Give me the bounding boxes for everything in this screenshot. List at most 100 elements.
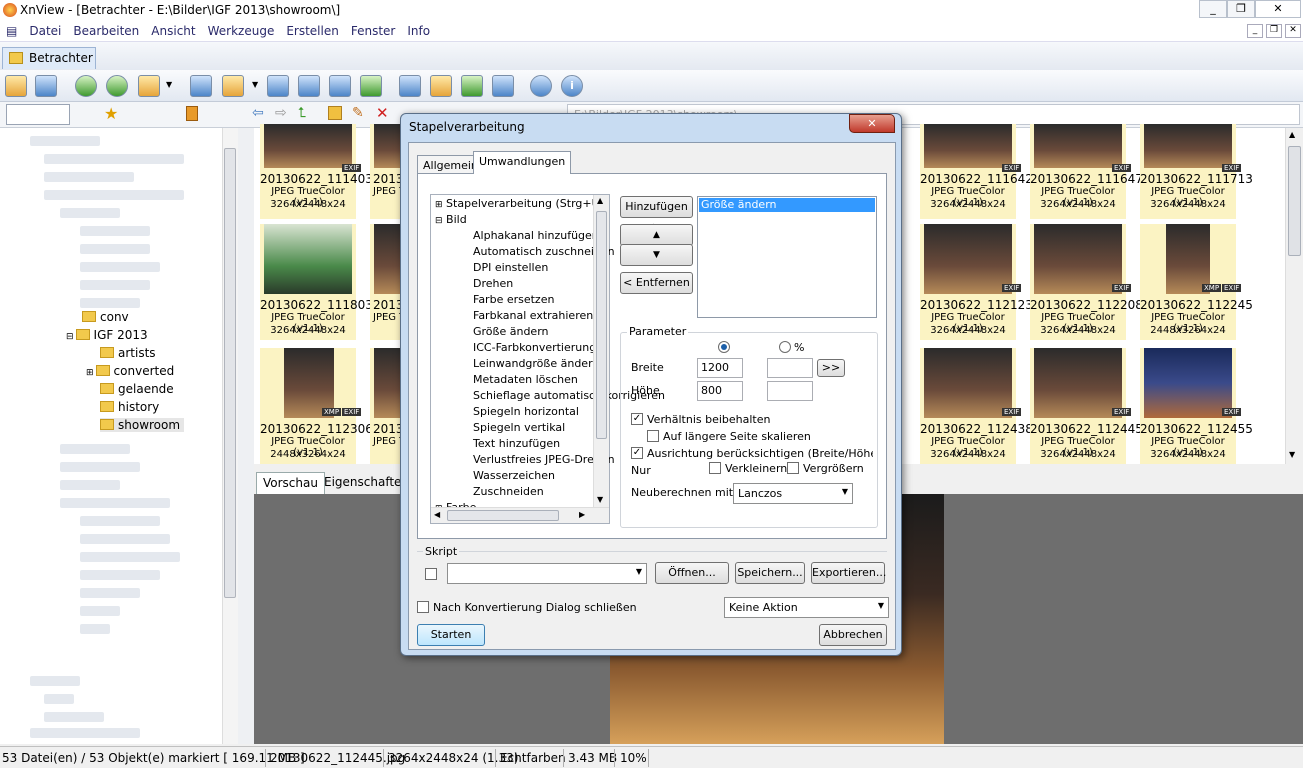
pixel-radio[interactable] [718, 341, 730, 353]
open-script-button[interactable]: Öffnen... [655, 562, 729, 584]
thumbnail-item[interactable]: EXIF 20130622_111642 JPEG TrueColor (v1.… [920, 124, 1033, 219]
convert-icon-button[interactable] [138, 75, 160, 97]
thumbnail-item[interactable]: XMP EXIF 20130622_112245 JPEG TrueColor … [1140, 224, 1253, 340]
tree-item-gelaende[interactable]: gelaende [100, 382, 174, 396]
thumbnail-item[interactable]: EXIF 20130622_111403 JPEG TrueColor (v1.… [260, 124, 373, 219]
enlarge-checkbox[interactable] [787, 462, 799, 474]
tree-root-stapel[interactable]: ⊞ Stapelverarbeitung (Strg+U) [435, 197, 604, 210]
browser-icon-button[interactable] [5, 75, 27, 97]
thumbnail-item[interactable]: EXIF 20130622_111713 JPEG TrueColor (v1.… [1140, 124, 1253, 219]
tree-hscrollbar[interactable]: ◀ ▶ [431, 507, 609, 523]
tree-item[interactable]: Spiegeln horizontal [473, 405, 579, 418]
close-button[interactable]: ✕ [1255, 0, 1301, 18]
shrink-checkbox[interactable] [709, 462, 721, 474]
collapse-icon[interactable]: ⊟ [435, 216, 443, 226]
thumbnail-item[interactable]: XMP EXIF 20130622_112306 JPEG TrueColor … [260, 348, 373, 464]
favorites-star-icon[interactable]: ★ [104, 104, 118, 123]
menu-bearbeiten[interactable]: Bearbeiten [67, 22, 145, 40]
menu-info[interactable]: Info [401, 22, 436, 40]
add-button[interactable]: Hinzufügen > [620, 196, 693, 233]
longer-side-checkbox[interactable] [647, 430, 659, 442]
thumbnail-item[interactable]: EXIF 20130622_112445 JPEG TrueColor (v1.… [1030, 348, 1143, 464]
camera-icon-button[interactable] [399, 75, 421, 97]
scrollbar-thumb[interactable] [596, 211, 607, 439]
percent-radio[interactable] [779, 341, 791, 353]
menu-fenster[interactable]: Fenster [345, 22, 402, 40]
folders-icon[interactable] [6, 104, 70, 125]
settings-gear-icon-button[interactable] [530, 75, 552, 97]
script-select[interactable]: ▼ [447, 563, 647, 584]
scroll-up-icon[interactable]: ▲ [1289, 130, 1295, 139]
parent-folder-icon[interactable]: ⮤ [298, 105, 306, 121]
tree-item[interactable]: Alphakanal hinzufügen [473, 229, 599, 242]
thumbnail-item[interactable]: EXIF 20130622_112438 JPEG TrueColor (v1.… [920, 348, 1033, 464]
open-dropdown-icon[interactable]: ▼ [252, 80, 258, 89]
mdi-close-button[interactable]: ✕ [1285, 24, 1301, 38]
move-down-button[interactable]: ▼ [620, 244, 693, 266]
thumbnail-item[interactable]: EXIF 20130622_112208 JPEG TrueColor (v1.… [1030, 224, 1143, 340]
refresh-icon-button[interactable] [75, 75, 97, 97]
calculator-icon-button[interactable] [492, 75, 514, 97]
width-percent-input[interactable] [767, 358, 813, 378]
menu-werkzeuge[interactable]: Werkzeuge [202, 22, 281, 40]
tree-item-converted[interactable]: ⊞ converted [86, 364, 174, 378]
tree-root-bild[interactable]: ⊟ Bild [435, 213, 467, 226]
slideshow-icon-button[interactable] [430, 75, 452, 97]
move-up-button[interactable]: ▲ [620, 224, 693, 246]
reload-icon-button[interactable] [106, 75, 128, 97]
scroll-up-icon[interactable]: ▲ [597, 196, 603, 205]
web-icon-button[interactable] [461, 75, 483, 97]
thumbnail-scrollbar[interactable]: ▲ ▼ [1285, 128, 1303, 464]
tree-item-artists[interactable]: artists [100, 346, 156, 360]
selected-item[interactable]: Größe ändern [699, 198, 875, 212]
print-icon-button[interactable] [298, 75, 320, 97]
collapse-icon[interactable]: ⊟ [66, 332, 74, 342]
thumbnail-item[interactable]: EXIF 20130622_112455 JPEG TrueColor (v1.… [1140, 348, 1253, 464]
tree-item[interactable]: ICC-Farbkonvertierung [473, 341, 596, 354]
tree-item-igf-2013[interactable]: ⊟ IGF 2013 [66, 328, 148, 342]
tree-item-conv[interactable]: conv [82, 310, 129, 324]
rename-icon[interactable]: ✎ [352, 105, 364, 121]
expand-icon[interactable]: ⊞ [435, 200, 443, 210]
height-percent-input[interactable] [767, 381, 813, 401]
fullscreen-icon-button[interactable] [35, 75, 57, 97]
thumbnail-item[interactable]: EXIF 20130622_111647 JPEG TrueColor (v1.… [1030, 124, 1143, 219]
binoculars-icon-button[interactable] [267, 75, 289, 97]
scroll-right-icon[interactable]: ▶ [579, 510, 585, 519]
tree-item[interactable]: Farbe ersetzen [473, 293, 554, 306]
tree-vscrollbar[interactable]: ▲ ▼ [593, 195, 609, 507]
expand-icon[interactable]: ⊞ [86, 368, 94, 378]
resample-select[interactable]: Lanczos ▼ [733, 483, 853, 504]
open-file-icon-button[interactable] [190, 75, 212, 97]
tree-item[interactable]: DPI einstellen [473, 261, 548, 274]
orientation-checkbox[interactable]: ✓ [631, 447, 643, 459]
tree-scrollbar-thumb[interactable] [224, 148, 236, 598]
transformations-tree[interactable]: ⊞ Stapelverarbeitung (Strg+U) ⊟ Bild Alp… [430, 194, 665, 524]
tree-item[interactable]: Text hinzufügen [473, 437, 560, 450]
height-input[interactable]: 800 [697, 381, 743, 401]
tree-item-history[interactable]: history [100, 400, 159, 414]
tree-item[interactable]: Metadaten löschen [473, 373, 578, 386]
save-script-button[interactable]: Speichern... [735, 562, 805, 584]
scan-icon-button[interactable] [329, 75, 351, 97]
forward-arrow-icon[interactable]: ⇨ [275, 105, 287, 121]
thumbnail-item-partial[interactable]: 2013 JPEG T [370, 224, 400, 340]
mdi-minimize-button[interactable]: _ [1247, 24, 1263, 38]
tree-item[interactable]: Drehen [473, 277, 513, 290]
categories-icon[interactable] [186, 106, 198, 121]
selected-transformations-list[interactable]: Größe ändern [697, 196, 877, 318]
dialog-close-button[interactable]: ✕ [849, 114, 895, 133]
tree-item[interactable]: Spiegeln vertikal [473, 421, 565, 434]
tab-umwandlungen[interactable]: Umwandlungen [473, 151, 572, 174]
start-button[interactable]: Starten [417, 624, 485, 646]
menu-ansicht[interactable]: Ansicht [145, 22, 201, 40]
tree-item[interactable]: Wasserzeichen [473, 469, 555, 482]
open-folder-icon-button[interactable] [222, 75, 244, 97]
tree-item[interactable]: Farbkanal extrahieren [473, 309, 593, 322]
tree-item[interactable]: Zuschneiden [473, 485, 544, 498]
scroll-left-icon[interactable]: ◀ [434, 510, 440, 519]
menu-datei[interactable]: Datei [23, 22, 67, 40]
new-folder-icon[interactable] [328, 106, 342, 120]
remove-button[interactable]: < Entfernen [620, 272, 693, 294]
width-input[interactable]: 1200 [697, 358, 743, 378]
